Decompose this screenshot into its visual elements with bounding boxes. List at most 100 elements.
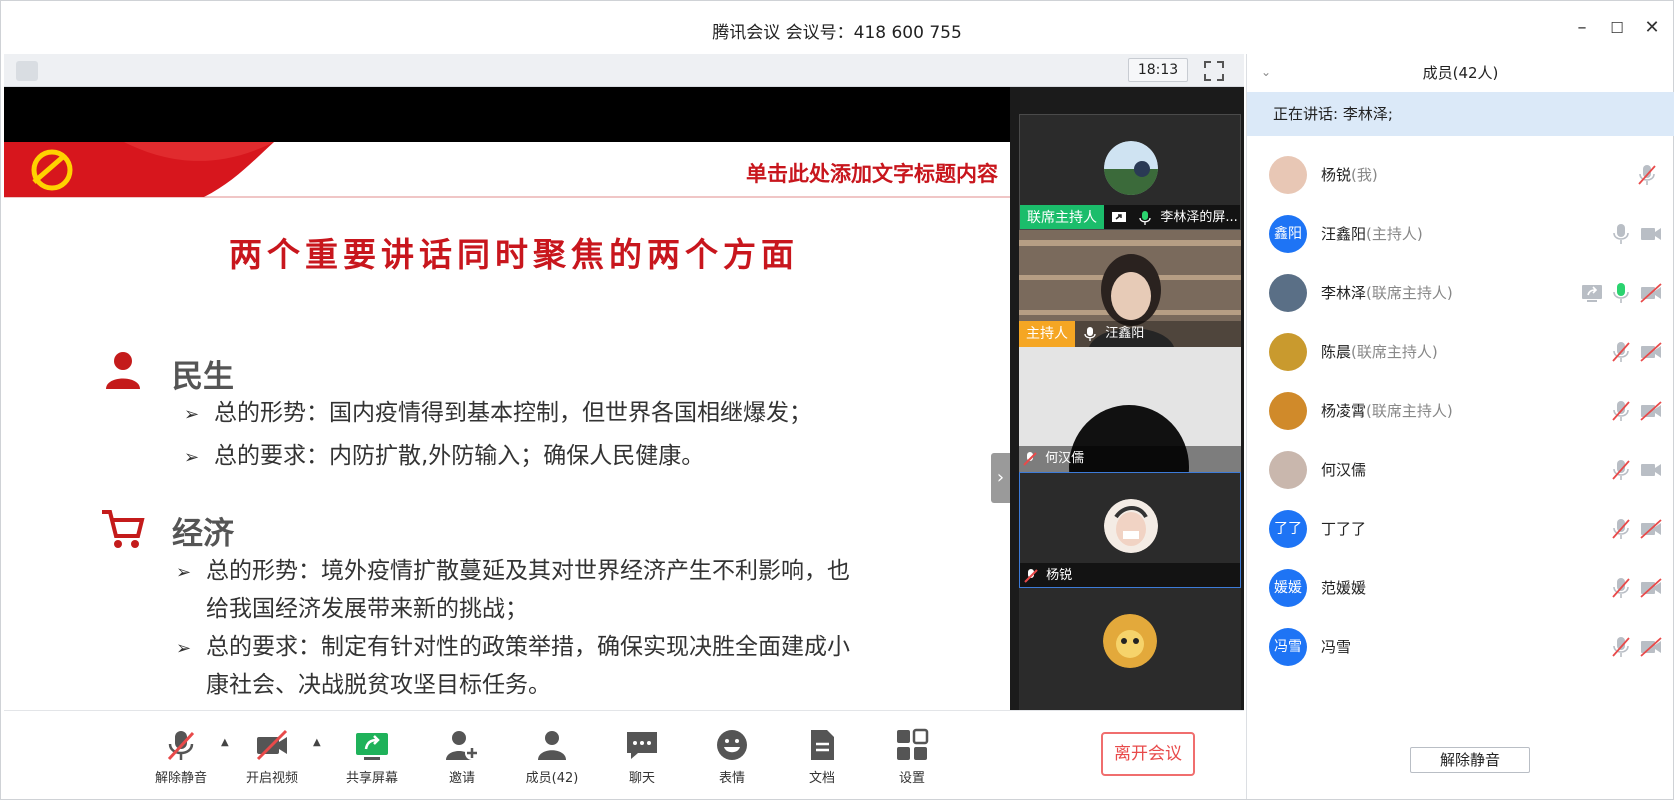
slide-bullet-continuation: 给我国经济发展带来新的挑战；	[206, 596, 528, 622]
mic-icon[interactable]	[1609, 281, 1633, 305]
mic-muted-icon[interactable]	[1609, 576, 1633, 600]
avatar: 冯雪	[1269, 628, 1307, 666]
avatar	[1269, 156, 1307, 194]
chat-icon	[627, 732, 657, 759]
mic-icon	[1139, 210, 1151, 225]
settings-button[interactable]: 设置	[872, 727, 952, 786]
member-role: (联席主持人)	[1351, 343, 1438, 361]
member-name-text: 范媛媛	[1321, 579, 1367, 597]
member-name-text: 李林泽	[1321, 284, 1367, 302]
tile-name: 何汉儒	[1045, 451, 1085, 466]
avatar	[1104, 141, 1158, 195]
avatar	[1269, 333, 1307, 371]
mic-muted-icon[interactable]	[1609, 399, 1633, 423]
apps-grid-icon	[897, 728, 929, 760]
mic-muted-icon	[1024, 568, 1038, 583]
speaking-indicator: 正在讲话: 李林泽;	[1247, 92, 1674, 136]
member-name: 冯雪	[1321, 636, 1351, 657]
camera-icon[interactable]	[1639, 222, 1663, 246]
document-icon	[811, 730, 834, 760]
unmute-button[interactable]: 解除静音	[141, 727, 221, 786]
member-name: 杨锐(我)	[1321, 164, 1378, 185]
camera-off-icon	[256, 729, 288, 761]
window-title: 腾讯会议 会议号：418 600 755	[712, 23, 962, 43]
security-shield-icon[interactable]	[16, 61, 38, 81]
slide-bullet: ➢ 总的要求：内防扩散,外防输入；确保人民健康。	[184, 443, 705, 469]
chat-button[interactable]: 聊天	[602, 727, 682, 786]
member-row[interactable]: 李林泽(联席主持人)	[1247, 261, 1674, 324]
member-row[interactable]: 杨凌霄(联席主持人)	[1247, 379, 1674, 442]
mic-muted-icon[interactable]	[1609, 517, 1633, 541]
emoji-icon	[717, 730, 747, 760]
camera-off-icon[interactable]	[1639, 517, 1663, 541]
member-role: (联席主持人)	[1366, 402, 1453, 420]
leave-meeting-button[interactable]: 离开会议	[1101, 732, 1195, 776]
member-name: 杨凌霄(联席主持人)	[1321, 400, 1453, 421]
collapse-tiles-button[interactable]: ›	[991, 453, 1010, 503]
member-row[interactable]: 杨锐(我)	[1247, 143, 1674, 206]
docs-button[interactable]: 文档	[782, 727, 862, 786]
emoji-button[interactable]: 表情	[692, 727, 772, 786]
invite-button[interactable]: 邀请	[422, 727, 502, 786]
avatar	[1104, 499, 1158, 553]
start-video-button[interactable]: 开启视频	[232, 727, 312, 786]
member-row[interactable]: 何汉儒	[1247, 438, 1674, 501]
avatar	[1103, 614, 1157, 668]
member-row[interactable]: 陈晨(联席主持人)	[1247, 320, 1674, 383]
camera-off-icon[interactable]	[1639, 340, 1663, 364]
tile-name: 李林泽的屏...	[1160, 210, 1238, 225]
collapse-panel-icon[interactable]: ⌄	[1261, 65, 1271, 79]
members-icon	[538, 731, 566, 760]
meeting-window: 腾讯会议 会议号：418 600 755 – ☐ ✕ 18:13 单击此处添加文…	[0, 0, 1674, 800]
member-name: 陈晨(联席主持人)	[1321, 341, 1438, 362]
camera-off-icon[interactable]	[1639, 399, 1663, 423]
member-row[interactable]: 媛媛 范媛媛	[1247, 556, 1674, 619]
slide-bullet-continuation: 康社会、决战脱贫攻坚目标任务。	[206, 672, 551, 698]
slide-title: 两个重要讲话同时聚焦的两个方面	[229, 235, 799, 274]
member-role: (联席主持人)	[1366, 284, 1453, 302]
video-tile[interactable]: 主持人 汪鑫阳	[1019, 230, 1241, 347]
mic-muted-icon[interactable]	[1609, 340, 1633, 364]
members-button[interactable]: 成员(42)	[512, 727, 592, 786]
person-icon	[106, 352, 140, 389]
avatar: 了了	[1269, 510, 1307, 548]
camera-icon[interactable]	[1639, 458, 1663, 482]
mic-muted-icon[interactable]	[1635, 163, 1659, 187]
fullscreen-icon[interactable]	[1203, 60, 1225, 82]
camera-off-icon[interactable]	[1639, 576, 1663, 600]
member-name: 李林泽(联席主持人)	[1321, 282, 1453, 303]
member-name-text: 何汉儒	[1321, 461, 1367, 479]
avatar: 鑫阳	[1269, 215, 1307, 253]
avatar	[1269, 392, 1307, 430]
tile-name: 汪鑫阳	[1105, 326, 1145, 341]
mic-muted-icon[interactable]	[1609, 458, 1633, 482]
mic-muted-icon[interactable]	[1609, 635, 1633, 659]
add-user-icon	[446, 731, 479, 760]
cart-icon	[102, 510, 145, 548]
video-tile[interactable]: 杨锐	[1019, 472, 1241, 588]
slide-corner-title: 单击此处添加文字标题内容	[746, 162, 998, 186]
video-options-caret[interactable]: ▲	[313, 737, 321, 748]
meeting-stage: 18:13 单击此处添加文字标题内容 两个重要讲话同时聚焦的两个方面 民生 ➢	[4, 54, 1244, 710]
mic-icon[interactable]	[1609, 222, 1633, 246]
video-tile[interactable]: 联席主持人 李林泽的屏...	[1019, 114, 1241, 230]
close-button[interactable]: ✕	[1639, 15, 1665, 41]
member-row[interactable]: 了了 丁了了	[1247, 497, 1674, 560]
video-tile[interactable]: 何汉儒	[1019, 347, 1241, 472]
avatar: 媛媛	[1269, 569, 1307, 607]
video-tile[interactable]	[1019, 588, 1241, 710]
minimize-button[interactable]: –	[1569, 15, 1595, 41]
share-screen-button[interactable]: 共享屏幕	[332, 727, 412, 786]
member-role: (我)	[1351, 166, 1378, 184]
camera-off-icon[interactable]	[1639, 281, 1663, 305]
camera-off-icon[interactable]	[1639, 635, 1663, 659]
host-tag: 主持人	[1019, 321, 1075, 347]
slide-bullet: ➢ 总的形势：国内疫情得到基本控制，但世界各国相继爆发；	[184, 400, 812, 426]
maximize-button[interactable]: ☐	[1604, 15, 1630, 41]
member-row[interactable]: 冯雪 冯雪	[1247, 615, 1674, 678]
unmute-all-button[interactable]: 解除静音	[1410, 747, 1530, 773]
member-panel: 成员(42人) ⌄ 正在讲话: 李林泽; 杨锐(我) 鑫阳 汪鑫阳(主持人) 李林泽(…	[1246, 54, 1674, 799]
member-row[interactable]: 鑫阳 汪鑫阳(主持人)	[1247, 202, 1674, 265]
member-name-text: 陈晨	[1321, 343, 1352, 361]
audio-options-caret[interactable]: ▲	[221, 737, 229, 748]
